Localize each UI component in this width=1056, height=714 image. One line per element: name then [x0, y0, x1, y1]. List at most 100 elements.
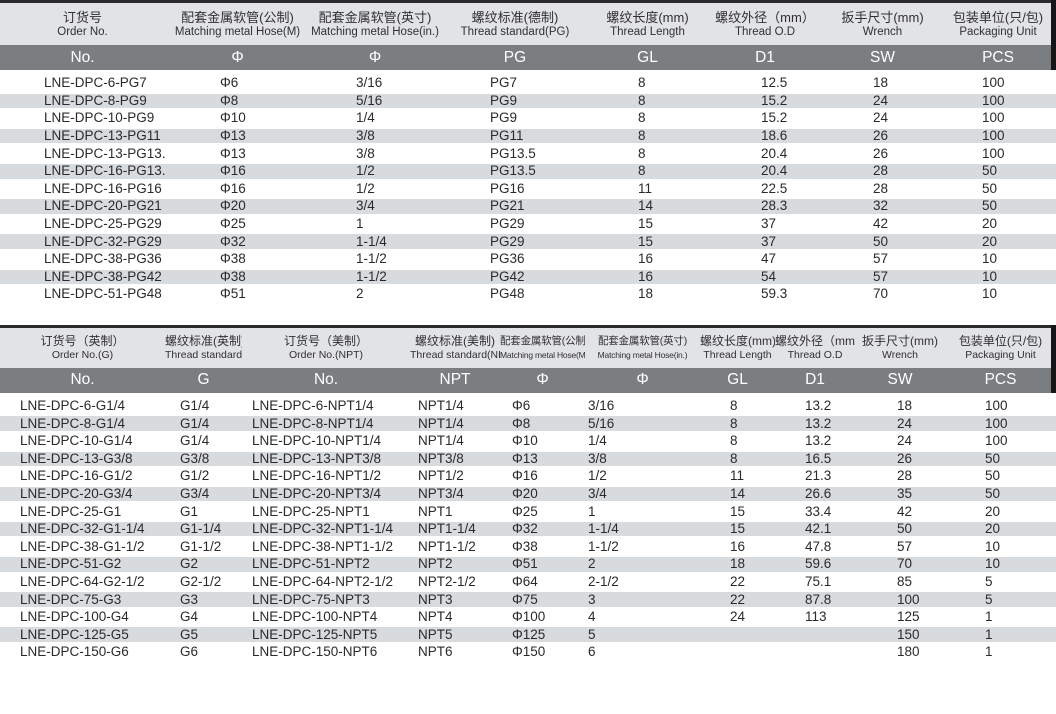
pg-spec-cell-order-no: LNE-DPC-13-PG13.5 — [0, 145, 165, 163]
pg-spec-cell-packaging: 10 — [940, 250, 1056, 268]
header-label-cn: 配套金属软管(英寸) — [310, 10, 440, 26]
pg-spec-cell-wrench: 28 — [825, 180, 940, 198]
g-npt-spec-row-1: LNE-DPC-8-G1/4G1/4LNE-DPC-8-NPT1/4NPT1/4… — [0, 415, 1056, 433]
g-npt-spec-cell-thread-od: 26.6 — [775, 485, 855, 503]
pg-spec-table: 订货号Order No.配套金属软管(公制)Matching metal Hos… — [0, 3, 1056, 304]
pg-spec-cell-order-no: LNE-DPC-8-PG9 — [0, 92, 165, 110]
g-npt-spec-cell-thread-standard-g: G3/4 — [165, 485, 242, 503]
pg-spec-code-hose-metric: Φ — [165, 45, 310, 73]
pg-spec-cell-wrench: 42 — [825, 215, 940, 233]
g-npt-spec-cell-thread-standard-npt: NPT3/8 — [410, 450, 500, 468]
pg-spec-cell-thread-standard-pg: PG42 — [440, 268, 590, 286]
g-npt-spec-cell-hose-metric: Φ64 — [500, 573, 585, 591]
pg-spec-cell-order-no: LNE-DPC-10-PG9 — [0, 110, 165, 128]
g-npt-spec-row-3: LNE-DPC-13-G3/8G3/8LNE-DPC-13-NPT3/8NPT3… — [0, 450, 1056, 468]
g-npt-spec-code-wrench: SW — [855, 368, 945, 396]
pg-spec-cell-order-no: LNE-DPC-6-PG7 — [0, 73, 165, 92]
pg-spec-row-7: LNE-DPC-20-PG21Φ203/4PG211428.33250 — [0, 198, 1056, 216]
header-right-edge-mark — [1051, 325, 1056, 393]
g-npt-spec-cell-order-no-g: LNE-DPC-32-G1-1/4 — [0, 520, 165, 538]
pg-spec-cell-order-no: LNE-DPC-25-PG29 — [0, 215, 165, 233]
g-npt-spec-cell-thread-od: 21.3 — [775, 468, 855, 486]
pg-spec-code-wrench: SW — [825, 45, 940, 73]
g-npt-spec-cell-hose-metric: Φ25 — [500, 503, 585, 521]
pg-spec-cell-packaging: 100 — [940, 92, 1056, 110]
pg-spec-cell-thread-standard-pg: PG13.5 — [440, 145, 590, 163]
g-npt-spec-cell-hose-metric: Φ10 — [500, 432, 585, 450]
g-npt-spec-cell-hose-metric: Φ75 — [500, 591, 585, 609]
g-npt-spec-cell-thread-standard-g: G1/4 — [165, 396, 242, 415]
g-npt-spec-cell-hose-inch: 2-1/2 — [585, 573, 700, 591]
g-npt-spec-cell-hose-metric: Φ13 — [500, 450, 585, 468]
g-npt-spec-cell-order-no-g: LNE-DPC-100-G4 — [0, 608, 165, 626]
pg-header-label-row: 订货号Order No.配套金属软管(公制)Matching metal Hos… — [0, 3, 1056, 45]
pg-spec-cell-thread-od: 18.6 — [705, 127, 825, 145]
pg-spec-cell-wrench: 26 — [825, 127, 940, 145]
g-npt-spec-cell-thread-od — [775, 626, 855, 644]
pg-spec-row-2: LNE-DPC-10-PG9Φ101/4PG9815.224100 — [0, 110, 1056, 128]
g-npt-spec-cell-thread-od: 13.2 — [775, 432, 855, 450]
g-npt-spec-cell-hose-metric: Φ16 — [500, 468, 585, 486]
pg-spec-cell-thread-od: 20.4 — [705, 162, 825, 180]
g-npt-spec-row-6: LNE-DPC-25-G1G1LNE-DPC-25-NPT1NPT1Φ25115… — [0, 503, 1056, 521]
header-label-cn: 螺纹外径（mm） — [775, 334, 855, 349]
g-npt-spec-cell-packaging: 100 — [945, 432, 1056, 450]
g-npt-spec-cell-order-no-npt: LNE-DPC-150-NPT6 — [242, 644, 410, 661]
g-npt-spec-cell-thread-standard-npt: NPT1-1/2 — [410, 538, 500, 556]
g-npt-spec-cell-order-no-npt: LNE-DPC-25-NPT1 — [242, 503, 410, 521]
g-npt-spec-cell-hose-inch: 2 — [585, 556, 700, 574]
g-npt-spec-cell-order-no-npt: LNE-DPC-16-NPT1/2 — [242, 468, 410, 486]
g-npt-spec-cell-packaging: 20 — [945, 520, 1056, 538]
g-npt-spec-cell-thread-length: 24 — [700, 608, 775, 626]
g-npt-spec-cell-order-no-npt: LNE-DPC-32-NPT1-1/4 — [242, 520, 410, 538]
g-npt-spec-table: 订货号（英制）Order No.(G)螺纹标准(英制)Thread standa… — [0, 328, 1056, 662]
pg-spec-cell-order-no: LNE-DPC-32-PG29 — [0, 233, 165, 251]
pg-spec-row-0: LNE-DPC-6-PG7Φ63/16PG7812.518100 — [0, 73, 1056, 92]
g-npt-spec-row-5: LNE-DPC-20-G3/4G3/4LNE-DPC-20-NPT3/4NPT3… — [0, 485, 1056, 503]
g-npt-spec-cell-thread-standard-g: G2 — [165, 556, 242, 574]
pg-spec-cell-hose-metric: Φ51 — [165, 286, 310, 303]
pg-spec-cell-hose-metric: Φ6 — [165, 73, 310, 92]
g-npt-spec-header-wrench: 扳手尺寸(mm)Wrench — [855, 328, 945, 368]
g-npt-spec-cell-thread-standard-npt: NPT2-1/2 — [410, 573, 500, 591]
g-npt-spec-cell-thread-od: 16.5 — [775, 450, 855, 468]
g-npt-spec-cell-wrench: 150 — [855, 626, 945, 644]
pg-spec-cell-hose-inch: 1-1/2 — [310, 268, 440, 286]
g-npt-spec-cell-thread-length — [700, 644, 775, 661]
g-npt-spec-cell-thread-length: 15 — [700, 520, 775, 538]
header-label-cn: 包装单位(只/包) — [945, 334, 1056, 349]
header-label-cn: 螺纹长度(mm) — [590, 10, 705, 26]
g-npt-spec-row-8: LNE-DPC-38-G1-1/2G1-1/2LNE-DPC-38-NPT1-1… — [0, 538, 1056, 556]
g-npt-spec-cell-hose-metric: Φ38 — [500, 538, 585, 556]
pg-spec-cell-thread-standard-pg: PG36 — [440, 250, 590, 268]
header-label-en: Wrench — [855, 349, 945, 361]
g-npt-spec-cell-packaging: 20 — [945, 503, 1056, 521]
g-npt-spec-cell-order-no-g: LNE-DPC-16-G1/2 — [0, 468, 165, 486]
g-npt-spec-header-order-no-npt: 订货号（美制）Order No.(NPT) — [242, 328, 410, 368]
g-npt-spec-cell-order-no-npt: LNE-DPC-10-NPT1/4 — [242, 432, 410, 450]
g-npt-spec-code-order-no-g: No. — [0, 368, 165, 396]
g-npt-spec-cell-hose-metric: Φ8 — [500, 415, 585, 433]
g-npt-spec-cell-hose-metric: Φ100 — [500, 608, 585, 626]
header-label-en: Matching metal Hose(M) — [500, 349, 585, 361]
g-npt-spec-cell-thread-standard-npt: NPT1/4 — [410, 415, 500, 433]
pg-spec-cell-wrench: 50 — [825, 233, 940, 251]
g-npt-spec-cell-thread-standard-g: G2-1/2 — [165, 573, 242, 591]
g-npt-spec-cell-hose-inch: 3/16 — [585, 396, 700, 415]
pg-spec-table-body: LNE-DPC-6-PG7Φ63/16PG7812.518100LNE-DPC-… — [0, 73, 1056, 303]
pg-spec-cell-packaging: 20 — [940, 233, 1056, 251]
g-npt-spec-cell-order-no-g: LNE-DPC-25-G1 — [0, 503, 165, 521]
pg-spec-cell-hose-inch: 1/4 — [310, 110, 440, 128]
pg-spec-cell-wrench: 26 — [825, 145, 940, 163]
pg-spec-row-5: LNE-DPC-16-PG13.5Φ161/2PG13.5820.42850 — [0, 162, 1056, 180]
header-label-cn: 配套金属软管(公制) — [500, 334, 585, 349]
g-npt-spec-cell-thread-od — [775, 644, 855, 661]
g-npt-spec-header-hose-metric: 配套金属软管(公制)Matching metal Hose(M) — [500, 328, 585, 368]
pg-spec-cell-hose-inch: 3/4 — [310, 198, 440, 216]
g-npt-spec-cell-thread-standard-g: G6 — [165, 644, 242, 661]
pg-spec-header-hose-metric: 配套金属软管(公制)Matching metal Hose(M) — [165, 3, 310, 45]
pg-spec-code-order-no: No. — [0, 45, 165, 73]
pg-spec-header-wrench: 扳手尺寸(mm)Wrench — [825, 3, 940, 45]
g-npt-spec-cell-thread-standard-g: G4 — [165, 608, 242, 626]
pg-spec-row-8: LNE-DPC-25-PG29Φ251PG2915374220 — [0, 215, 1056, 233]
